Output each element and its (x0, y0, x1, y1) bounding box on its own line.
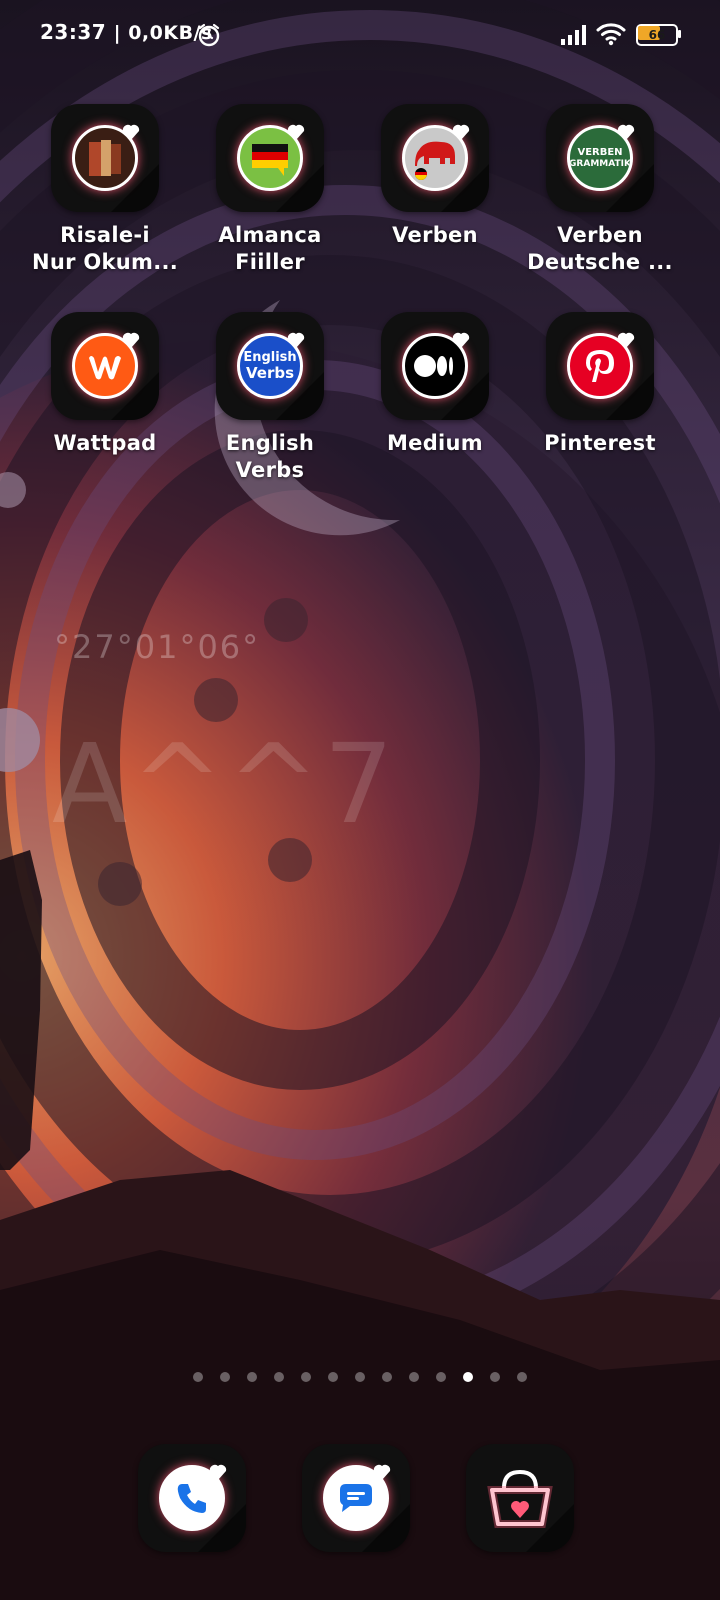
page-dot[interactable] (409, 1372, 419, 1382)
heart-badge-icon (617, 332, 635, 348)
app-tile[interactable] (138, 1444, 246, 1552)
app-tile[interactable] (546, 312, 654, 420)
app-tile[interactable] (381, 312, 489, 420)
signal-icon (561, 25, 586, 45)
app-label: Risale-i Nur Okum... (22, 222, 188, 276)
app-pinterest[interactable]: Pinterest (517, 312, 683, 457)
page-dot[interactable] (355, 1372, 365, 1382)
app-label-line1: Almanca (218, 223, 322, 247)
verben-grammatik-line1: VERBEN (577, 146, 623, 158)
app-label: Verben (352, 222, 518, 249)
dock-store[interactable] (466, 1444, 574, 1552)
app-label-line1: Pinterest (544, 431, 656, 455)
app-label-line2: Fiiller (235, 250, 305, 274)
app-label: Pinterest (517, 430, 683, 457)
page-dot[interactable] (220, 1372, 230, 1382)
app-tile[interactable]: VERBEN GRAMMATIK (546, 104, 654, 212)
store-basket-icon (487, 1469, 553, 1528)
widget-coordinates: °27°01°06° (54, 628, 261, 666)
status-bar: 23:37 | 0,0KB/s 66 (0, 0, 720, 70)
app-verben-deutsche[interactable]: VERBEN GRAMMATIK Verben Deutsche ... (517, 104, 683, 276)
alarm-icon (198, 23, 220, 47)
app-label-line2: Verbs (235, 458, 305, 482)
heart-badge-icon (452, 332, 470, 348)
app-label-line1: Verben (392, 223, 478, 247)
page-dot-active[interactable] (463, 1372, 473, 1382)
heart-badge-icon (287, 124, 305, 140)
battery-level: 66 (648, 28, 666, 42)
english-verbs-line2: Verbs (245, 364, 295, 382)
english-verbs-line1: English (243, 350, 297, 365)
battery-nub (678, 30, 681, 38)
app-label-line1: Verben (557, 223, 643, 247)
app-label-line1: English (225, 431, 315, 455)
heart-badge-icon (373, 1464, 391, 1480)
app-risale-i-nur[interactable]: Risale-i Nur Okum... (22, 104, 188, 276)
app-label: Verben Deutsche ... (517, 222, 683, 276)
status-time: 23:37 | 0,0KB/s (40, 20, 213, 44)
app-label: Medium (352, 430, 518, 457)
page-dot[interactable] (382, 1372, 392, 1382)
heart-badge-icon (617, 124, 635, 140)
heart-badge-icon (452, 124, 470, 140)
app-almanca-fiiller[interactable]: Almanca Fiiller (187, 104, 353, 276)
widget-clock-text: A^^7 (52, 720, 398, 848)
app-label-line1: Risale-i (60, 223, 150, 247)
page-dot[interactable] (301, 1372, 311, 1382)
app-tile[interactable] (51, 104, 159, 212)
dock-phone[interactable] (138, 1444, 246, 1552)
app-label: English Verbs (187, 430, 353, 484)
page-dot[interactable] (274, 1372, 284, 1382)
page-dot[interactable] (193, 1372, 203, 1382)
app-label-line1: Wattpad (53, 431, 157, 455)
app-medium[interactable]: Medium (352, 312, 518, 457)
app-tile[interactable] (51, 312, 159, 420)
app-label-line1: Medium (386, 431, 483, 455)
dock-messages[interactable] (302, 1444, 410, 1552)
app-tile[interactable] (466, 1444, 574, 1552)
heart-badge-icon (122, 124, 140, 140)
heart-badge-icon (287, 332, 305, 348)
app-tile[interactable] (302, 1444, 410, 1552)
page-dot[interactable] (490, 1372, 500, 1382)
app-label: Almanca Fiiller (187, 222, 353, 276)
battery-icon: 66 (636, 24, 681, 46)
page-dot[interactable] (436, 1372, 446, 1382)
wifi-icon (596, 23, 626, 46)
page-dot[interactable] (328, 1372, 338, 1382)
page-dot[interactable] (247, 1372, 257, 1382)
status-clock: 23:37 (40, 20, 107, 44)
page-indicator[interactable] (0, 1372, 720, 1386)
heart-badge-icon (122, 332, 140, 348)
app-verben[interactable]: Verben (352, 104, 518, 249)
app-label: Wattpad (22, 430, 188, 457)
app-label-line2: Nur Okum... (31, 250, 179, 274)
page-dot[interactable] (517, 1372, 527, 1382)
app-tile[interactable]: English Verbs (216, 312, 324, 420)
app-tile[interactable] (216, 104, 324, 212)
verben-grammatik-line2: GRAMMATIK (569, 158, 631, 169)
app-wattpad[interactable]: Wattpad (22, 312, 188, 457)
heart-badge-icon (209, 1464, 227, 1480)
app-label-line2: Deutsche ... (527, 250, 673, 274)
app-english-verbs[interactable]: English Verbs English Verbs (187, 312, 353, 484)
app-tile[interactable] (381, 104, 489, 212)
